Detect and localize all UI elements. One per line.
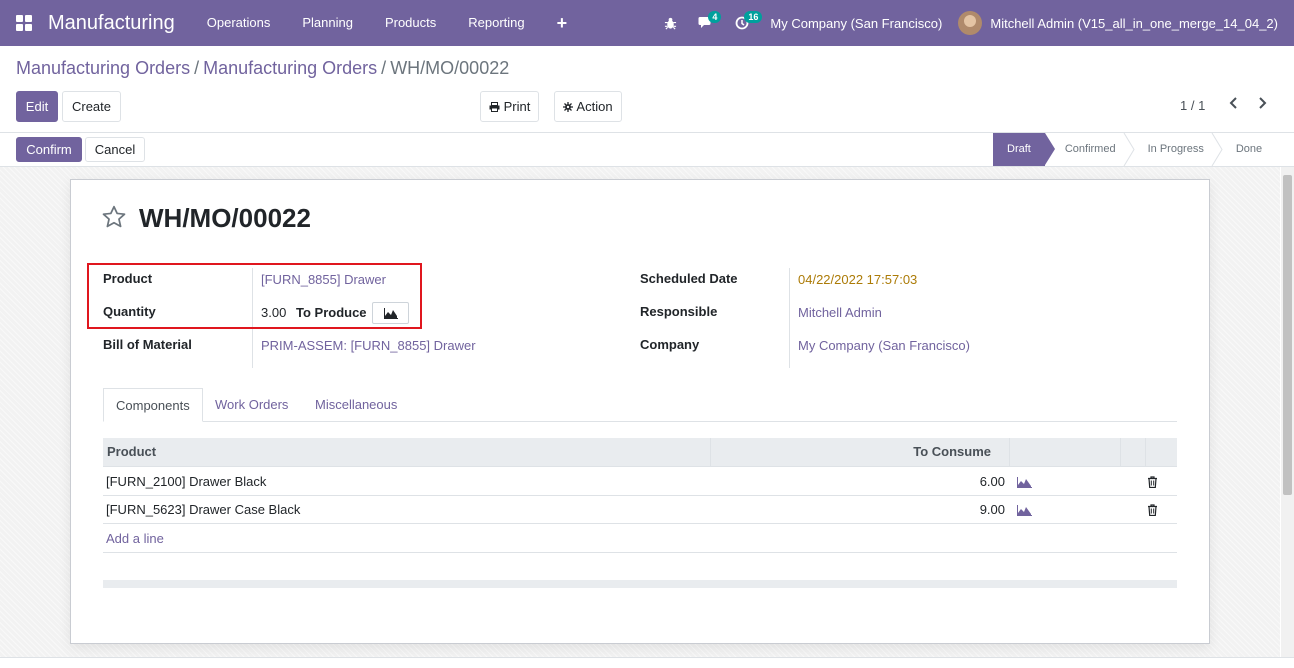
stage-separator bbox=[1211, 133, 1223, 166]
tab-work-orders[interactable]: Work Orders bbox=[215, 388, 288, 422]
company-switcher[interactable]: My Company (San Francisco) bbox=[760, 16, 958, 31]
stage-done[interactable]: Done bbox=[1216, 133, 1274, 166]
scrollbar-thumb[interactable] bbox=[1283, 175, 1292, 495]
tab-miscellaneous[interactable]: Miscellaneous bbox=[315, 388, 397, 422]
company-value[interactable]: My Company (San Francisco) bbox=[798, 338, 970, 353]
print-icon bbox=[489, 101, 500, 112]
row-product: [FURN_5623] Drawer Case Black bbox=[106, 502, 301, 517]
column-divider bbox=[1009, 438, 1010, 467]
plus-icon[interactable]: + bbox=[541, 0, 584, 46]
stage-confirmed[interactable]: Confirmed bbox=[1045, 133, 1128, 166]
star-icon[interactable] bbox=[101, 204, 127, 233]
right-group-divider bbox=[789, 268, 790, 368]
avatar bbox=[958, 11, 983, 35]
stage-separator bbox=[1123, 133, 1135, 166]
row-to-consume: 6.00 bbox=[979, 474, 1005, 489]
bug-icon[interactable] bbox=[652, 0, 688, 46]
table-header: Product To Consume bbox=[103, 438, 1177, 467]
top-navbar: Manufacturing Operations Planning Produc… bbox=[0, 0, 1294, 46]
table-row[interactable]: [FURN_5623] Drawer Case Black 9.00 bbox=[103, 496, 1177, 524]
messages-icon[interactable]: 4 bbox=[688, 0, 724, 46]
scheduled-date-value: 04/22/2022 17:57:03 bbox=[798, 272, 918, 287]
company-label: Company bbox=[640, 337, 700, 352]
menu-operations[interactable]: Operations bbox=[191, 0, 287, 46]
breadcrumb-item-1[interactable]: Manufacturing Orders bbox=[16, 58, 190, 78]
add-line-divider bbox=[103, 552, 1177, 553]
footer-strip bbox=[0, 657, 1294, 668]
create-button[interactable]: Create bbox=[62, 91, 121, 122]
print-button[interactable]: Print bbox=[480, 91, 539, 122]
user-menu[interactable]: Mitchell Admin (V15_all_in_one_merge_14_… bbox=[958, 11, 1294, 35]
activities-clock-icon[interactable]: 16 bbox=[724, 0, 763, 46]
column-divider bbox=[710, 438, 711, 467]
action-label: Action bbox=[576, 99, 613, 114]
print-label: Print bbox=[503, 99, 531, 114]
table-footer bbox=[103, 580, 1177, 588]
row-product: [FURN_2100] Drawer Black bbox=[106, 474, 267, 489]
confirm-button[interactable]: Confirm bbox=[16, 137, 82, 162]
pager-next-icon[interactable] bbox=[1257, 96, 1267, 114]
bom-value[interactable]: PRIM-ASSEM: [FURN_8855] Drawer bbox=[261, 338, 476, 353]
action-button[interactable]: Action bbox=[554, 91, 622, 122]
menu-products[interactable]: Products bbox=[369, 0, 452, 46]
user-name: Mitchell Admin (V15_all_in_one_merge_14_… bbox=[990, 15, 1278, 31]
responsible-label: Responsible bbox=[640, 304, 718, 319]
stage-in-progress[interactable]: In Progress bbox=[1128, 133, 1216, 166]
tab-components[interactable]: Components bbox=[103, 388, 203, 422]
apps-menu-icon[interactable] bbox=[0, 0, 48, 46]
activities-badge: 16 bbox=[744, 11, 763, 23]
edit-button[interactable]: Edit bbox=[16, 91, 58, 122]
highlight-box bbox=[87, 263, 422, 329]
record-title: WH/MO/00022 bbox=[139, 203, 311, 233]
systray: 4 16 My Company (San Francisco) Mitchell… bbox=[652, 0, 1294, 46]
menu-reporting[interactable]: Reporting bbox=[452, 0, 540, 46]
stage-draft: Draft bbox=[993, 133, 1055, 166]
cancel-button[interactable]: Cancel bbox=[85, 137, 145, 162]
area-chart-icon[interactable] bbox=[1017, 468, 1032, 496]
menu-planning[interactable]: Planning bbox=[286, 0, 369, 46]
main-menu: Operations Planning Products Reporting + bbox=[191, 0, 583, 46]
pager-prev-icon[interactable] bbox=[1229, 96, 1239, 114]
scheduled-date-label: Scheduled Date bbox=[640, 271, 738, 286]
app-name[interactable]: Manufacturing bbox=[48, 12, 175, 35]
breadcrumb-current: WH/MO/00022 bbox=[390, 58, 510, 78]
table-row[interactable]: [FURN_2100] Drawer Black 6.00 bbox=[103, 468, 1177, 496]
bom-label: Bill of Material bbox=[103, 337, 192, 352]
gear-icon bbox=[563, 101, 574, 112]
messages-badge: 4 bbox=[708, 11, 722, 23]
column-product[interactable]: Product bbox=[107, 438, 156, 467]
column-divider bbox=[1120, 438, 1121, 467]
column-to-consume[interactable]: To Consume bbox=[843, 438, 991, 467]
trash-icon[interactable] bbox=[1147, 468, 1158, 496]
trash-icon[interactable] bbox=[1147, 496, 1158, 524]
responsible-value[interactable]: Mitchell Admin bbox=[798, 305, 882, 320]
pager-value[interactable]: 1 / 1 bbox=[1180, 98, 1205, 113]
add-line-link[interactable]: Add a line bbox=[106, 531, 164, 546]
row-to-consume: 9.00 bbox=[979, 502, 1005, 517]
breadcrumb: Manufacturing Orders / Manufacturing Order… bbox=[16, 58, 510, 78]
column-divider bbox=[1145, 438, 1146, 467]
breadcrumb-item-2[interactable]: Manufacturing Orders bbox=[203, 58, 377, 78]
area-chart-icon[interactable] bbox=[1017, 496, 1032, 524]
